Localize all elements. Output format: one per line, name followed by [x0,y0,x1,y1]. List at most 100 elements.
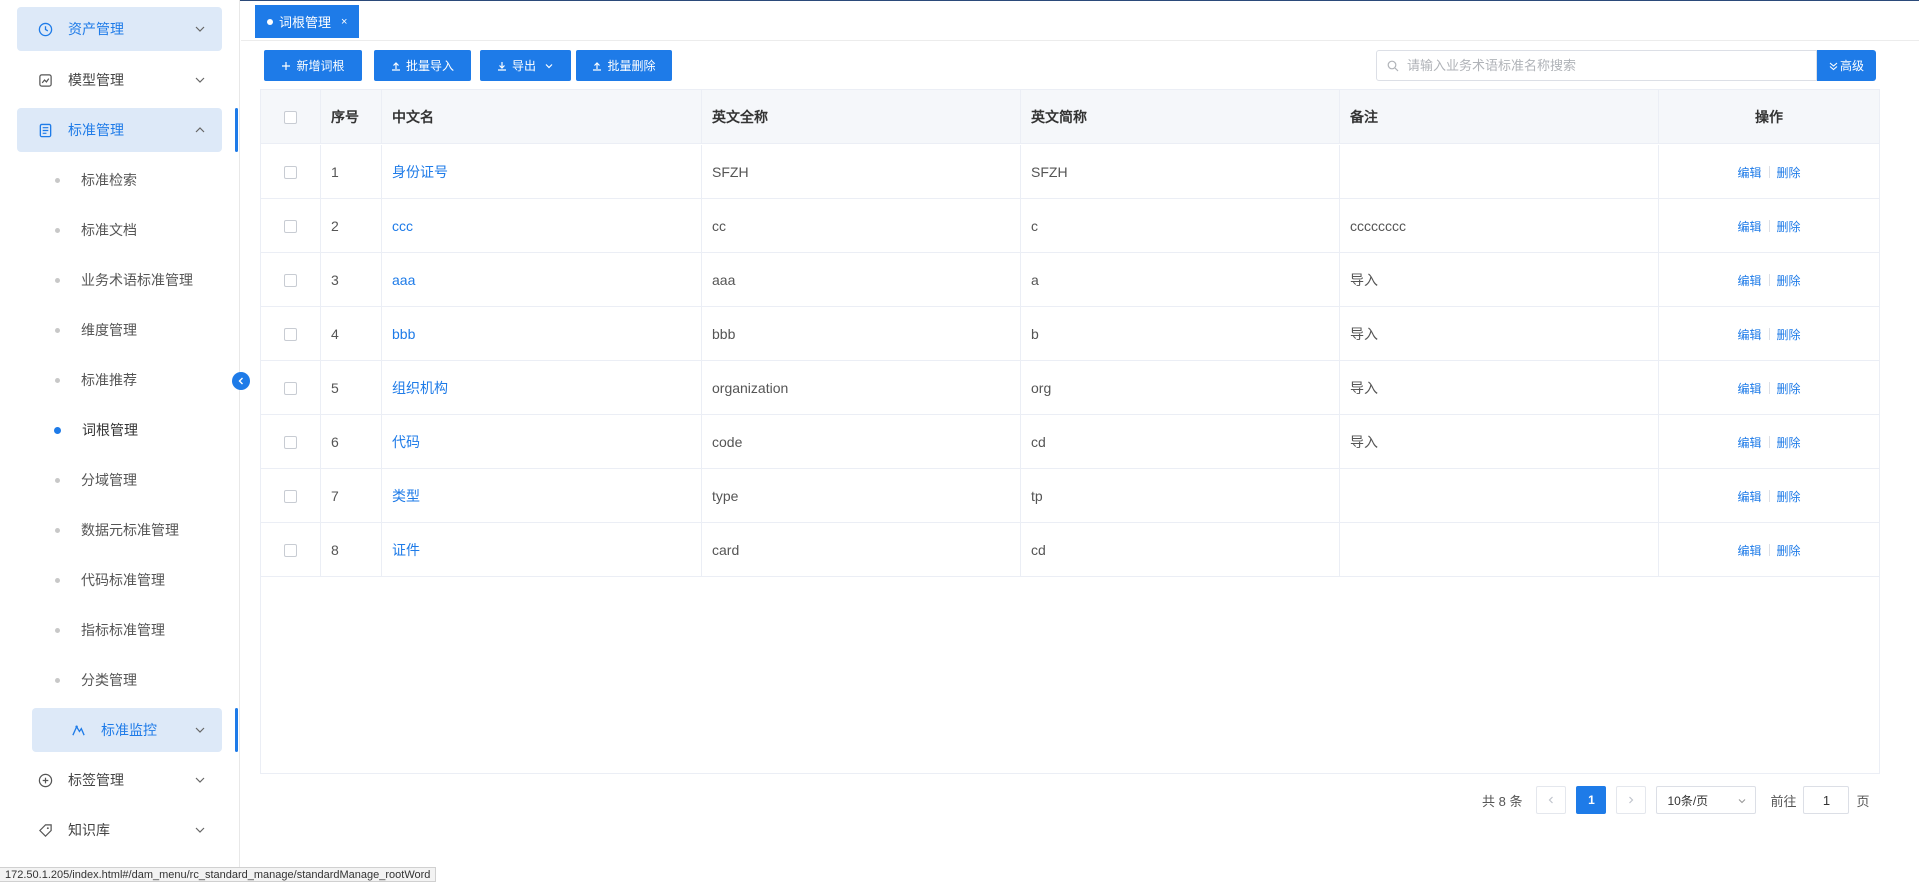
cell-note: 导入 [1340,307,1659,361]
cell-english-full-name: cc [702,199,1021,253]
batch-import-button[interactable]: 批量导入 [374,50,471,81]
chinese-name-link[interactable]: 类型 [392,486,420,506]
sidebar-subitem-domain-management[interactable]: 分域管理 [0,458,240,502]
sidebar-item-tag-management[interactable]: 标签管理 [17,758,222,802]
divider [1768,544,1770,556]
cell-english-abbr: org [1021,361,1340,415]
delete-link[interactable]: 删除 [1777,326,1801,343]
delete-link[interactable]: 删除 [1777,434,1801,451]
chinese-name-link[interactable]: 代码 [392,432,420,452]
divider [1768,220,1770,232]
active-indicator [235,708,238,752]
row-checkbox[interactable] [284,273,297,287]
delete-link[interactable]: 删除 [1777,272,1801,289]
cell-english-full-name: SFZH [702,145,1021,199]
sidebar-item-standard-monitor[interactable]: 标准监控 [32,708,222,752]
table-row: 4 bbb bbb b 导入 编辑 删除 [261,307,1879,361]
cell-english-abbr: cd [1021,523,1340,577]
cell-english-full-name: aaa [702,253,1021,307]
edit-link[interactable]: 编辑 [1737,434,1761,451]
edit-link[interactable]: 编辑 [1737,542,1761,559]
cell-operation: 编辑 删除 [1659,415,1879,469]
cell-english-full-name: code [702,415,1021,469]
cell-chinese-name: aaa [382,253,702,307]
chinese-name-link[interactable]: aaa [392,272,415,288]
edit-link[interactable]: 编辑 [1737,218,1761,235]
edit-link[interactable]: 编辑 [1737,380,1761,397]
edit-link[interactable]: 编辑 [1737,326,1761,343]
sidebar-item-label: 标签管理 [68,772,124,788]
chevron-up-icon [192,122,208,138]
sidebar-subitem-standard-recommend[interactable]: 标准推荐 [0,358,240,402]
header-note: 备注 [1340,90,1659,144]
edit-link[interactable]: 编辑 [1737,272,1761,289]
tab-root-word-management[interactable]: 词根管理 × [255,5,360,38]
sidebar-item-asset-management[interactable]: 资产管理 [17,7,222,51]
cell-english-abbr: b [1021,307,1340,361]
sidebar-item-knowledge-base[interactable]: 知识库 [17,808,222,852]
sidebar-subitem-label: 数据元标准管理 [81,522,179,538]
cell-english-abbr: cd [1021,415,1340,469]
sidebar-subitem-indicator-standard[interactable]: 指标标准管理 [0,608,240,652]
sidebar-subitem-standard-search[interactable]: 标准检索 [0,158,240,202]
search-input[interactable] [1407,58,1807,73]
root-word-table: 序号 中文名 英文全称 英文简称 备注 操作 1 身份证号 SFZH SFZH … [260,89,1880,774]
select-all-checkbox[interactable] [284,110,297,124]
chinese-name-link[interactable]: ccc [392,218,413,234]
row-checkbox[interactable] [284,165,297,179]
sidebar-subitem-business-terms[interactable]: 业务术语标准管理 [0,258,240,302]
add-root-word-button[interactable]: 新增词根 [264,50,362,81]
delete-link[interactable]: 删除 [1777,488,1801,505]
sidebar-subitem-label: 维度管理 [81,322,137,338]
edit-link[interactable]: 编辑 [1737,488,1761,505]
cell-operation: 编辑 删除 [1659,199,1879,253]
search-icon [1387,60,1399,72]
batch-delete-button[interactable]: 批量删除 [576,50,672,81]
sidebar: 资产管理 模型管理 标准管理 标准检索 标准文档 业务术语标准管理 维度管理 标… [0,0,240,882]
export-dropdown-button[interactable]: 导出 [480,50,571,81]
page-size-select[interactable]: 10条/页 [1656,786,1757,814]
cell-no: 3 [321,253,382,307]
row-checkbox-cell [261,523,321,577]
divider [1768,490,1770,502]
edit-link[interactable]: 编辑 [1737,164,1761,181]
page-number-button[interactable]: 1 [1576,786,1607,814]
sidebar-item-label: 资产管理 [68,21,124,37]
chinese-name-link[interactable]: 组织机构 [392,378,448,398]
export-label: 导出 [511,59,536,73]
delete-link[interactable]: 删除 [1777,542,1801,559]
sidebar-collapse-button[interactable] [232,372,250,390]
sidebar-subitem-code-standard[interactable]: 代码标准管理 [0,558,240,602]
sidebar-subitem-category-management[interactable]: 分类管理 [0,658,240,702]
row-checkbox[interactable] [284,381,297,395]
double-chevron-down-icon [1829,61,1838,71]
sidebar-item-standard-management[interactable]: 标准管理 [17,108,222,152]
row-checkbox[interactable] [284,327,297,341]
chinese-name-link[interactable]: 证件 [392,540,420,560]
next-page-button[interactable] [1616,786,1647,814]
chinese-name-link[interactable]: 身份证号 [392,162,448,182]
row-checkbox[interactable] [284,435,297,449]
upload-icon [391,61,401,71]
prev-page-button[interactable] [1536,786,1567,814]
row-checkbox[interactable] [284,543,297,557]
sidebar-subitem-dimension-management[interactable]: 维度管理 [0,308,240,352]
delete-link[interactable]: 删除 [1777,218,1801,235]
sidebar-subitem-root-word-management[interactable]: 词根管理 [0,408,240,452]
sidebar-subitem-standard-documents[interactable]: 标准文档 [0,208,240,252]
tab-close-icon[interactable]: × [341,16,347,28]
sidebar-subitem-data-element-standard[interactable]: 数据元标准管理 [0,508,240,552]
cell-no: 7 [321,469,382,523]
row-checkbox[interactable] [284,219,297,233]
search-box [1376,50,1817,81]
sidebar-item-model-management[interactable]: 模型管理 [17,58,222,102]
row-checkbox[interactable] [284,489,297,503]
delete-link[interactable]: 删除 [1777,164,1801,181]
advanced-search-button[interactable]: 高级 [1817,50,1876,81]
header-english-full-name: 英文全称 [702,90,1021,144]
chinese-name-link[interactable]: bbb [392,326,415,342]
chevron-down-icon [192,722,208,738]
delete-link[interactable]: 删除 [1777,380,1801,397]
goto-page-input[interactable] [1803,786,1850,814]
sidebar-item-label: 标准监控 [101,722,157,738]
